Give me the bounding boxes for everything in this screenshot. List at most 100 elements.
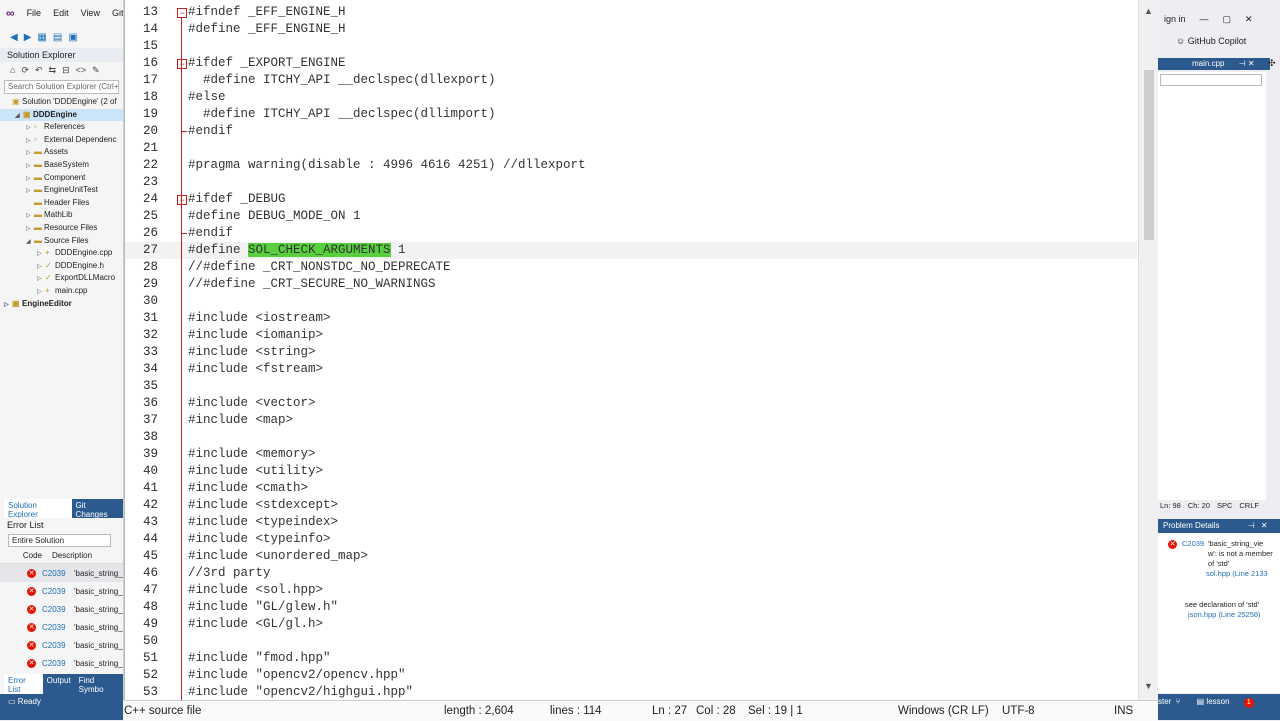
scroll-up-icon[interactable]: ▲	[1144, 6, 1153, 16]
github-copilot-button[interactable]: ☺ GitHub Copilot	[1176, 36, 1246, 46]
menu-view[interactable]: View	[81, 8, 100, 18]
sign-in-link[interactable]: ign in	[1164, 14, 1186, 25]
expand-arrow-icon[interactable]: ▷	[4, 299, 12, 311]
tree-item[interactable]: ▬ Header Files	[0, 197, 123, 210]
error-code[interactable]: C2039	[42, 605, 74, 614]
tab-find-symbol[interactable]: Find Symbo	[74, 674, 123, 696]
expand-arrow-icon[interactable]: ◢	[15, 110, 23, 122]
expand-arrow-icon[interactable]: ▷	[37, 261, 45, 273]
tree-item[interactable]: ◢ ▣ DDDEngine	[0, 108, 123, 122]
undo-icon[interactable]: ↶	[35, 65, 43, 76]
forward-icon[interactable]: ▶	[24, 32, 32, 43]
minimize-icon[interactable]: —	[1200, 14, 1209, 25]
error-row[interactable]: ✕ C2039'basic_string_	[0, 636, 123, 654]
error-code[interactable]: C2039	[42, 641, 74, 650]
fold-collapse-icon[interactable]: −	[177, 7, 187, 18]
expand-arrow-icon[interactable]: ▷	[26, 185, 34, 197]
error-code[interactable]: C2039	[42, 623, 74, 632]
fold-collapse-icon[interactable]: −	[177, 58, 187, 69]
sync-icon[interactable]: ⟳	[21, 65, 29, 76]
column-description[interactable]: Description	[52, 549, 92, 563]
code-editor[interactable]: 13 #ifndef _EFF_ENGINE_H −14 #define _EFF_E…	[124, 0, 1159, 700]
error-row[interactable]: ✕ C2039'basic_string_	[0, 654, 123, 672]
error-code[interactable]: C2039	[42, 569, 74, 578]
tree-item[interactable]: ▷ ✓ DDDEngine.h	[0, 260, 123, 273]
secondary-editor[interactable]	[1158, 72, 1266, 500]
tab-error-list[interactable]: Error List	[4, 674, 43, 696]
error-row[interactable]: ✕ C2039'basic_string_	[0, 600, 123, 618]
error-code[interactable]: C2039	[42, 587, 74, 596]
expand-arrow-icon[interactable]: ▷	[26, 147, 34, 159]
open-icon[interactable]: ▤	[53, 32, 62, 43]
fold-collapse-icon[interactable]: −	[177, 194, 187, 205]
error-code[interactable]: C2039	[42, 659, 74, 668]
close-icon[interactable]: ✕	[1245, 14, 1253, 25]
expand-arrow-icon[interactable]: ▷	[26, 173, 34, 185]
home-icon[interactable]: ⌂	[10, 65, 15, 75]
expand-arrow-icon[interactable]: ◢	[26, 236, 34, 248]
error-scope-dropdown[interactable]: Entire Solution	[8, 534, 111, 547]
save-icon[interactable]: ▣	[68, 32, 77, 43]
notification-icon[interactable]: 1	[1243, 698, 1254, 708]
problem-link[interactable]: sol.hpp (Line 2133	[1206, 569, 1270, 578]
tab-output[interactable]: Output	[42, 674, 75, 696]
menu-edit[interactable]: Edit	[53, 8, 69, 18]
menu-git[interactable]: Git	[112, 8, 123, 18]
expand-arrow-icon[interactable]: ▷	[26, 223, 34, 235]
code-icon[interactable]: <>	[76, 65, 87, 75]
problem-code[interactable]: C2039	[1182, 539, 1204, 548]
tree-item[interactable]: ▷ + DDDEngine.cpp	[0, 247, 123, 260]
tree-item[interactable]: ▷ ▬ Assets	[0, 146, 123, 159]
tree-item[interactable]: ▣ Solution 'DDDEngine' (2 of	[0, 96, 123, 109]
repo-name[interactable]: lesson	[1206, 697, 1229, 706]
error-row[interactable]: ✕ C2039'basic_string_	[0, 582, 123, 600]
declaration-link[interactable]: json.hpp (Line 25258)	[1188, 610, 1261, 619]
tree-item[interactable]: ◢ ▬ Source Files	[0, 235, 123, 248]
eol-format[interactable]: Windows (CR LF)	[898, 701, 989, 721]
expand-arrow-icon[interactable]: ▷	[26, 160, 34, 172]
expand-arrow-icon[interactable]: ▷	[37, 273, 45, 285]
encoding[interactable]: UTF-8	[1002, 701, 1035, 721]
tree-item[interactable]: ▷ ▬ Component	[0, 172, 123, 185]
switch-views-icon[interactable]: ⇆	[49, 65, 57, 76]
tree-item[interactable]: ▷ ▬ Resource Files	[0, 222, 123, 235]
tree-item[interactable]: ▷ + main.cpp	[0, 285, 123, 298]
expand-arrow-icon[interactable]: ▷	[37, 248, 45, 260]
tree-item[interactable]: ▷ ▬ BaseSystem	[0, 159, 123, 172]
code-text: //#define _CRT_NONSTDC_NO_DEPRECATE	[188, 259, 451, 274]
vertical-scrollbar[interactable]: ▲ ▼	[1138, 0, 1159, 700]
tree-item[interactable]: ▷ ▬ MathLib	[0, 209, 123, 222]
expand-arrow-icon[interactable]: ▷	[26, 135, 34, 147]
tab-main-cpp[interactable]: main.cpp ⊣ ✕	[1158, 58, 1270, 70]
member-dropdown[interactable]	[1160, 74, 1262, 86]
error-row[interactable]: ✕ C2039'basic_string_	[0, 564, 123, 582]
solution-explorer-search-input[interactable]: Search Solution Explorer (Ctrl+;)	[4, 80, 119, 94]
collapse-icon[interactable]: ⊟	[62, 65, 70, 76]
insert-mode[interactable]: INS	[1114, 701, 1133, 721]
pin-icon[interactable]: ⊣	[1239, 59, 1246, 68]
expand-arrow-icon[interactable]: ▷	[26, 210, 34, 222]
back-icon[interactable]: ◀	[10, 32, 18, 43]
tree-item[interactable]: ▷ ▣ EngineEditor	[0, 298, 123, 311]
scrollbar-thumb[interactable]	[1144, 70, 1154, 240]
highlighted-selection[interactable]: SOL_CHECK_ARGUMENTS	[248, 242, 391, 257]
scroll-down-icon[interactable]: ▼	[1144, 681, 1153, 691]
maximize-icon[interactable]: ▢	[1223, 14, 1232, 25]
expand-arrow-icon[interactable]: ▷	[37, 286, 45, 298]
tree-item[interactable]: ▷ ▬ EngineUnitTest	[0, 184, 123, 197]
tree-item[interactable]: ▷ ▫ References	[0, 121, 123, 134]
expand-arrow-icon[interactable]: ▷	[26, 122, 34, 134]
pin-panel-icon[interactable]: ⊣	[1248, 521, 1255, 530]
new-project-icon[interactable]: ▦	[37, 32, 46, 43]
tree-item[interactable]: ▷ ✓ ExportDLLMacro	[0, 272, 123, 285]
error-row[interactable]: ✕ C2039'basic_string_	[0, 618, 123, 636]
menu-file[interactable]: File	[27, 8, 42, 18]
tab-overflow-icon[interactable]: ✣	[1268, 58, 1276, 69]
tree-item[interactable]: ▷ ▫ External Dependenc	[0, 134, 123, 147]
code-text: #include "GL/glew.h"	[188, 599, 339, 614]
tab-close-icon[interactable]: ✕	[1248, 59, 1255, 68]
branch-name[interactable]: ster	[1158, 697, 1171, 706]
wrench-icon[interactable]: ✎	[92, 65, 100, 76]
close-panel-icon[interactable]: ✕	[1261, 521, 1268, 530]
column-code[interactable]: Code	[0, 549, 52, 563]
